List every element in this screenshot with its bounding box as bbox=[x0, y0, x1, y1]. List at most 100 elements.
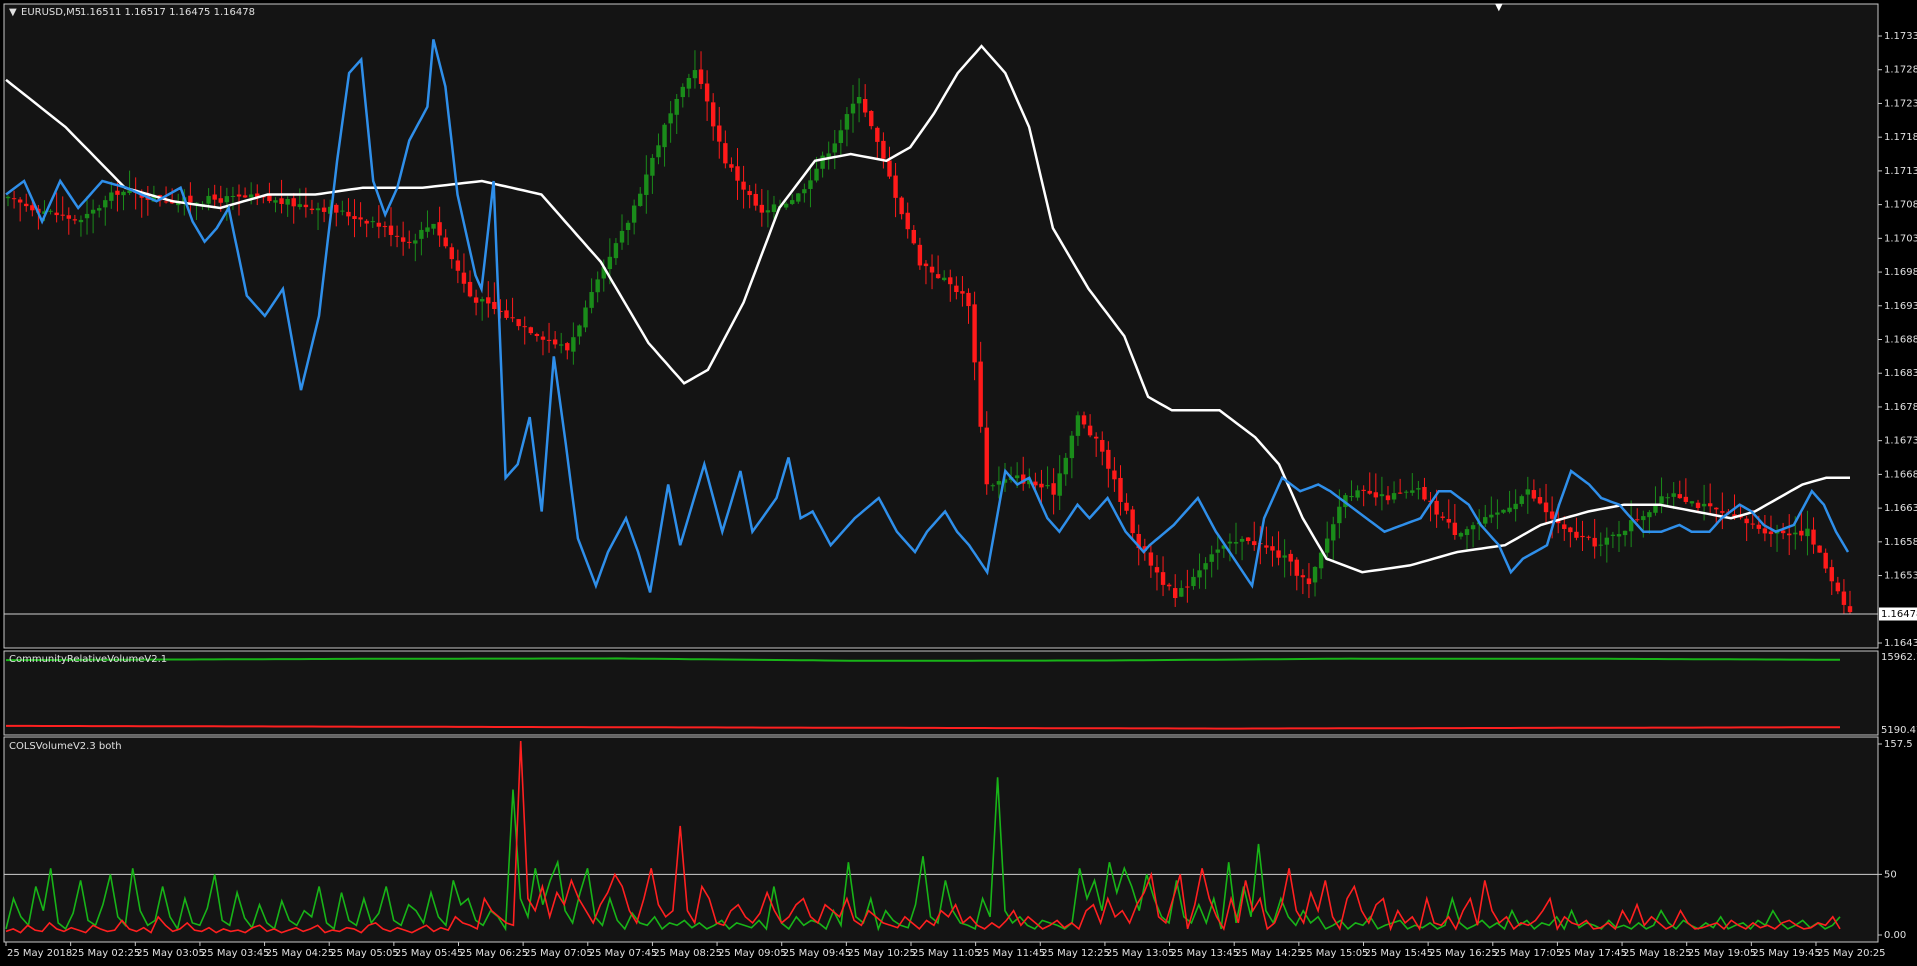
candle-body bbox=[1014, 475, 1020, 479]
shift-marker-icon[interactable]: ▼ bbox=[1495, 2, 1503, 13]
candle-body bbox=[1361, 489, 1366, 491]
candle-body bbox=[449, 247, 454, 260]
time-tick-label: 25 May 12:25 bbox=[1041, 948, 1110, 959]
time-tick-label: 25 May 03:05 bbox=[136, 948, 205, 959]
candle-body bbox=[1063, 457, 1068, 475]
candle-body bbox=[1653, 505, 1658, 513]
time-tick-label: 25 May 11:05 bbox=[912, 948, 981, 959]
candle-body bbox=[528, 327, 534, 334]
current-price-label: 1.16478 bbox=[1881, 609, 1917, 620]
candle-body bbox=[1659, 496, 1664, 504]
candle-body bbox=[899, 197, 904, 215]
candle-body bbox=[1397, 492, 1403, 494]
price-tick-label: 1.17185 bbox=[1884, 132, 1917, 143]
candle-body bbox=[747, 191, 752, 196]
time-tick-label: 25 May 04:25 bbox=[266, 948, 335, 959]
candle-body bbox=[948, 277, 953, 285]
candle-body bbox=[516, 319, 521, 327]
candle-body bbox=[710, 102, 716, 127]
candle-body bbox=[1483, 517, 1488, 524]
price-tick-label: 1.17135 bbox=[1884, 166, 1917, 177]
candle-body bbox=[534, 334, 540, 337]
candle-body bbox=[1519, 496, 1524, 504]
candle-body bbox=[1331, 524, 1336, 541]
candle-body bbox=[1635, 519, 1640, 521]
candle-body bbox=[996, 481, 1002, 485]
candle-body bbox=[941, 277, 947, 281]
time-tick-label: 25 May 17:45 bbox=[1558, 948, 1627, 959]
candle-body bbox=[686, 77, 692, 89]
ohlc-readout: 1.16511 1.16517 1.16475 1.16478 bbox=[80, 7, 255, 18]
candle-body bbox=[759, 204, 765, 213]
candle-body bbox=[638, 193, 643, 206]
candle-body bbox=[741, 181, 746, 190]
candle-body bbox=[315, 208, 321, 211]
candle-body bbox=[279, 198, 284, 204]
candle-body bbox=[1416, 488, 1421, 490]
candle-body bbox=[862, 98, 868, 113]
candle-body bbox=[1677, 494, 1682, 499]
candle-body bbox=[796, 193, 801, 202]
time-tick-label: 25 May 05:45 bbox=[395, 948, 464, 959]
candle-body bbox=[1300, 575, 1306, 578]
candle-body bbox=[698, 69, 704, 84]
candle-body bbox=[1568, 527, 1573, 533]
candle-body bbox=[303, 204, 309, 208]
candle-body bbox=[163, 201, 169, 203]
dropdown-arrow-icon[interactable]: ▼ bbox=[9, 7, 17, 18]
time-tick-label: 25 May 15:05 bbox=[1300, 948, 1369, 959]
candle-body bbox=[504, 310, 509, 318]
candle-body bbox=[1464, 529, 1470, 536]
candle-body bbox=[1239, 538, 1245, 542]
price-tick-label: 1.16835 bbox=[1884, 368, 1917, 379]
candle-body bbox=[321, 207, 327, 212]
candle-body bbox=[1154, 567, 1160, 573]
price-panel[interactable]: 1.17335 1.17285 1.17235 1.17185 1.17135 1.170… bbox=[3, 2, 1917, 649]
candle-body bbox=[334, 204, 339, 213]
candle-body bbox=[984, 427, 989, 485]
candle-body bbox=[1288, 553, 1293, 562]
candle-body bbox=[814, 168, 819, 181]
cols-tick-label: 0.00 bbox=[1884, 930, 1906, 941]
candle-body bbox=[224, 196, 230, 203]
candle-body bbox=[1391, 493, 1397, 500]
current-price-badge: 1.16478 bbox=[1879, 607, 1917, 621]
cols-title: COLSVolumeV2.3 both bbox=[9, 741, 122, 752]
candle-body bbox=[832, 143, 837, 153]
candle-body bbox=[297, 204, 303, 207]
candle-body bbox=[479, 299, 485, 302]
cols-panel[interactable]: 157.5 50 0.00 COLSVolumeV2.3 both bbox=[3, 736, 1913, 943]
crv-panel[interactable]: 15962.71 5190.472 CommunityRelativeVolume… bbox=[3, 650, 1917, 736]
price-tick-label: 1.16885 bbox=[1884, 335, 1917, 346]
candle-body bbox=[1173, 588, 1178, 599]
time-tick-label: 25 May 14:25 bbox=[1235, 948, 1304, 959]
candle-body bbox=[790, 200, 795, 204]
candle-body bbox=[1641, 516, 1646, 521]
candle-body bbox=[1562, 524, 1567, 529]
candle-body bbox=[24, 203, 29, 207]
candle-body bbox=[1385, 495, 1391, 501]
price-tick-label: 1.17335 bbox=[1884, 31, 1917, 42]
candle-body bbox=[388, 225, 394, 235]
candle-body bbox=[1203, 563, 1208, 570]
candle-body bbox=[1787, 533, 1792, 536]
symbol-label: EURUSD,M5 bbox=[21, 7, 81, 18]
candle-body bbox=[723, 143, 728, 164]
candle-body bbox=[1513, 503, 1518, 510]
candle-body bbox=[1045, 485, 1050, 487]
candle-body bbox=[1768, 531, 1774, 535]
candle-body bbox=[1847, 606, 1853, 613]
candle-body bbox=[783, 203, 789, 208]
candle-body bbox=[1306, 578, 1312, 585]
candle-body bbox=[1148, 552, 1154, 566]
candle-body bbox=[443, 237, 448, 247]
candle-body bbox=[1604, 537, 1610, 545]
candle-body bbox=[90, 209, 96, 214]
time-tick-label: 25 May 09:45 bbox=[783, 948, 852, 959]
candle-body bbox=[1525, 489, 1531, 495]
candle-body bbox=[808, 180, 813, 189]
candle-body bbox=[437, 222, 442, 236]
candle-body bbox=[461, 272, 467, 284]
candle-body bbox=[1829, 567, 1834, 582]
candle-body bbox=[1811, 529, 1816, 545]
